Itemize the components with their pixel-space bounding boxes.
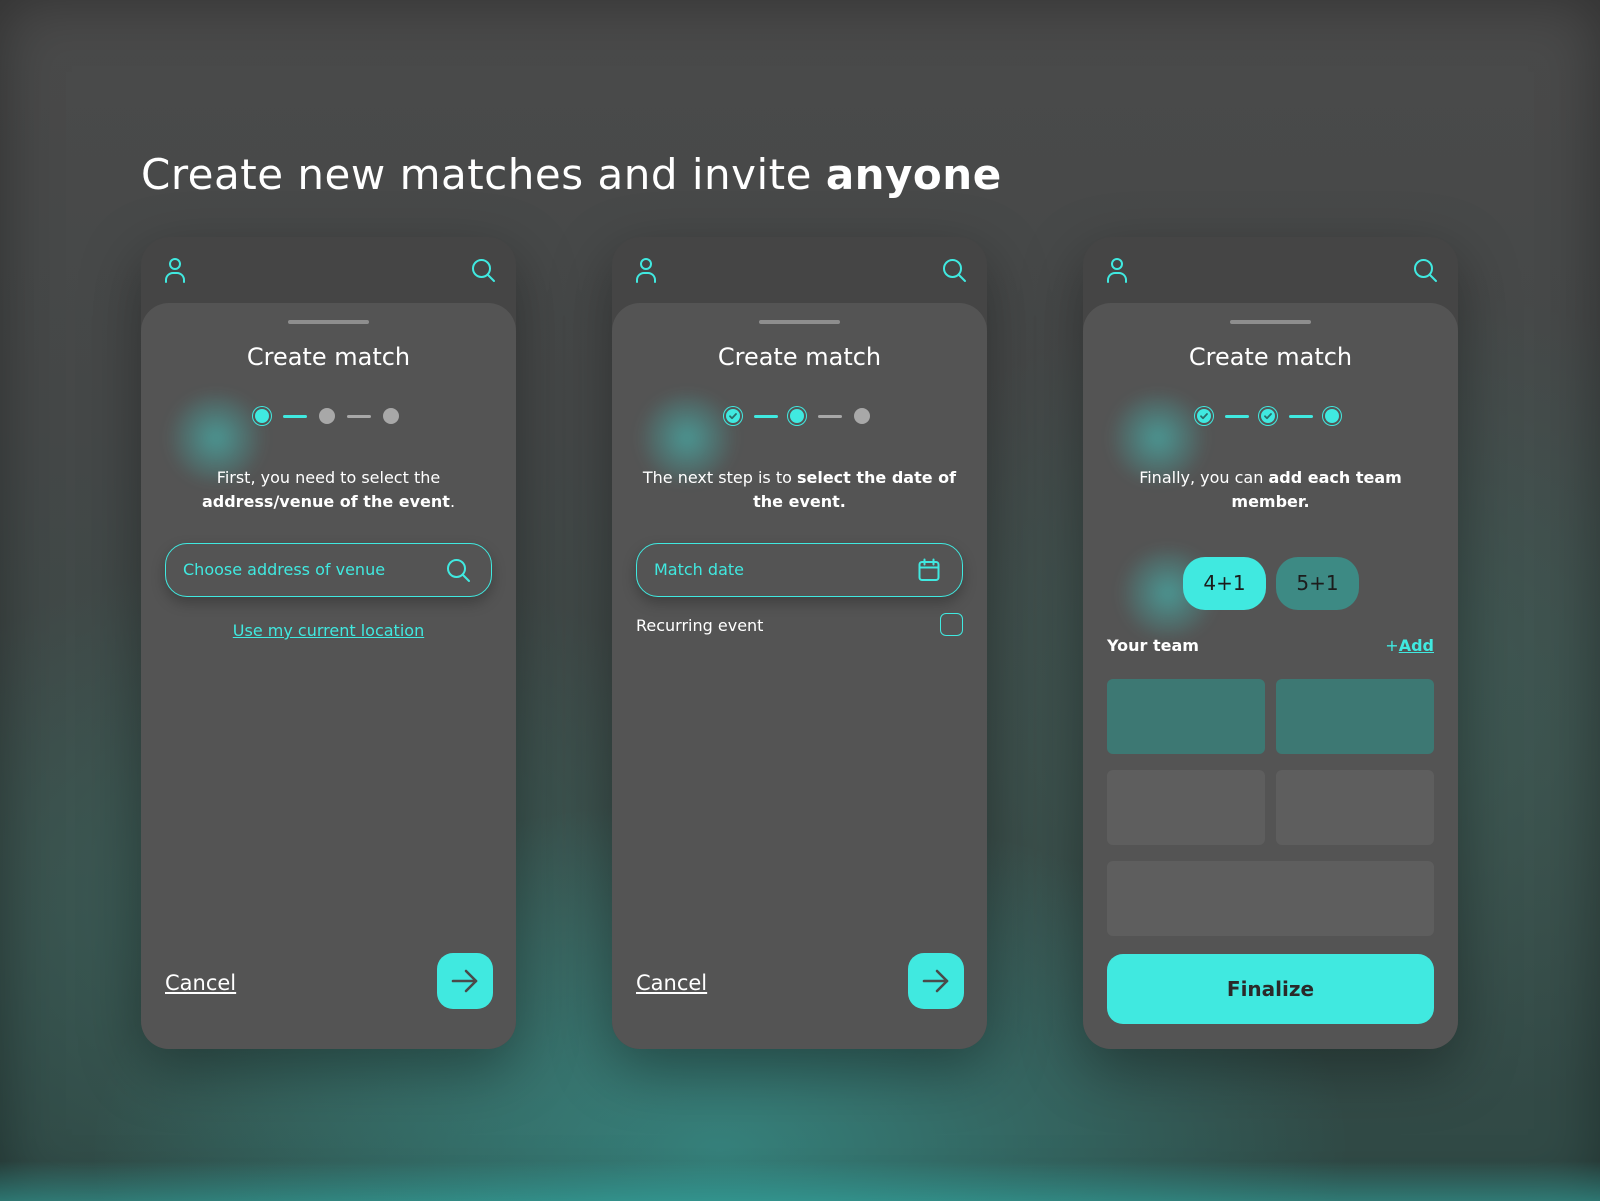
step-line [283, 415, 307, 418]
headline-regular: Create new matches and invite [141, 150, 826, 199]
next-step-button[interactable] [437, 953, 493, 1009]
step-indicator [726, 406, 874, 426]
step-line [754, 415, 778, 418]
bottom-sheet: Create match First, you need to select t… [141, 303, 516, 1049]
match-date-input[interactable]: Match date [636, 543, 963, 597]
sheet-title: Create match [717, 343, 882, 371]
step-dot-done [1261, 409, 1275, 423]
user-icon[interactable] [634, 257, 658, 283]
sheet-title: Create match [246, 343, 411, 371]
cancel-button[interactable]: Cancel [636, 971, 707, 995]
step-line [1289, 415, 1313, 418]
check-icon [1264, 413, 1272, 420]
step-dot-pending [383, 408, 399, 424]
team-size-option-selected[interactable]: 4+1 [1183, 557, 1266, 610]
step-dot-done [726, 409, 740, 423]
desc-end: . [449, 492, 456, 511]
bottom-sheet: Create match The next step is to select … [612, 303, 987, 1049]
user-icon[interactable] [1105, 257, 1129, 283]
user-icon[interactable] [163, 257, 187, 283]
next-step-button[interactable] [908, 953, 964, 1009]
step-indicator [1197, 406, 1345, 426]
check-icon [729, 413, 737, 420]
top-bar [1083, 237, 1458, 303]
step-description: The next step is to select the date of t… [642, 466, 957, 514]
phone-screen-venue: Create match First, you need to select t… [141, 237, 516, 1049]
team-member-slot[interactable] [1107, 679, 1265, 754]
step-dot-done [1197, 409, 1211, 423]
arrow-right-icon [922, 969, 949, 993]
team-member-slot-empty[interactable] [1107, 861, 1434, 936]
sheet-title: Create match [1188, 343, 1353, 371]
check-icon [1200, 413, 1208, 420]
team-member-slot[interactable] [1276, 679, 1434, 754]
top-bar [612, 237, 987, 303]
bottom-sheet: Create match Finally, you can add each t… [1083, 303, 1458, 1049]
phone-screen-team: Create match Finally, you can add each t… [1083, 237, 1458, 1049]
plus-icon: + [1385, 636, 1399, 655]
step-description: Finally, you can add each team member. [1113, 466, 1428, 514]
arrow-right-icon [451, 969, 478, 993]
venue-address-placeholder: Choose address of venue [183, 560, 386, 579]
step-description: First, you need to select the address/ve… [171, 466, 486, 514]
step-dot-pending [319, 408, 335, 424]
step-line [347, 415, 371, 418]
team-member-slot-empty[interactable] [1276, 770, 1434, 845]
step-line [818, 415, 842, 418]
desc-regular: First, you need to select the [216, 468, 441, 487]
search-icon[interactable] [470, 257, 496, 283]
step-dot-current [790, 409, 804, 423]
desc-regular: The next step is to [642, 468, 797, 487]
step-indicator [255, 406, 403, 426]
recurring-event-label: Recurring event [636, 616, 764, 635]
step-dot-pending [854, 408, 870, 424]
use-current-location-link[interactable]: Use my current location [141, 621, 516, 640]
search-icon[interactable] [445, 557, 471, 583]
cancel-button[interactable]: Cancel [165, 971, 236, 995]
step-line [1225, 415, 1249, 418]
step-dot-current [255, 409, 269, 423]
sheet-drag-handle[interactable] [1230, 320, 1311, 324]
sheet-drag-handle[interactable] [288, 320, 369, 324]
headline-bold: anyone [825, 150, 1002, 199]
recurring-event-checkbox[interactable] [940, 613, 963, 636]
match-date-placeholder: Match date [654, 560, 744, 579]
your-team-label: Your team [1107, 636, 1199, 655]
desc-regular: Finally, you can [1139, 468, 1269, 487]
top-bar [141, 237, 516, 303]
finalize-button[interactable]: Finalize [1107, 954, 1434, 1024]
background-glow [0, 1161, 1600, 1201]
page-headline: Create new matches and invite anyone [141, 150, 1002, 199]
search-icon[interactable] [1412, 257, 1438, 283]
desc-bold: address/venue of the event [201, 492, 450, 511]
add-member-link[interactable]: +Add [1385, 636, 1434, 655]
phone-screen-date: Create match The next step is to select … [612, 237, 987, 1049]
team-size-option[interactable]: 5+1 [1276, 557, 1359, 610]
search-icon[interactable] [941, 257, 967, 283]
step-dot-current [1325, 409, 1339, 423]
add-member-label: Add [1398, 636, 1434, 655]
venue-address-input[interactable]: Choose address of venue [165, 543, 492, 597]
sheet-drag-handle[interactable] [759, 320, 840, 324]
calendar-icon[interactable] [916, 557, 942, 583]
team-member-slot-empty[interactable] [1107, 770, 1265, 845]
